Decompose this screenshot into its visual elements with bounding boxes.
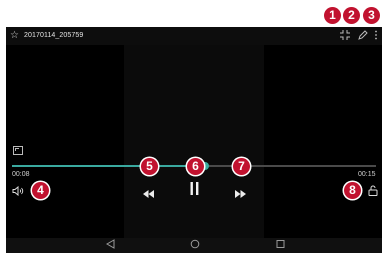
aspect-ratio-icon[interactable] <box>13 146 23 155</box>
total-duration: 00:15 <box>358 171 376 178</box>
star-icon[interactable]: ☆ <box>10 31 19 41</box>
video-frame[interactable] <box>124 45 264 238</box>
callout-badge: 6 <box>187 158 204 175</box>
pause-icon[interactable] <box>190 182 199 200</box>
pencil-icon[interactable] <box>358 30 368 42</box>
more-vertical-icon[interactable] <box>374 30 378 42</box>
back-icon[interactable] <box>105 239 115 253</box>
video-title: 20170114_205759 <box>24 32 84 39</box>
callout-badge: 3 <box>363 7 380 24</box>
elapsed-time: 00:08 <box>12 171 30 178</box>
callout-badge: 7 <box>233 158 250 175</box>
video-player-screen: ☆ 20170114_205759 00:08 00:15 1 2 3 4 5 … <box>6 0 382 253</box>
callout-badge: 2 <box>343 7 360 24</box>
callout-badge: 8 <box>344 182 361 199</box>
callout-badge: 1 <box>324 7 341 24</box>
volume-icon[interactable] <box>12 183 24 201</box>
home-icon[interactable] <box>190 239 200 253</box>
unlock-icon[interactable] <box>368 183 378 201</box>
exit-fullscreen-icon[interactable] <box>340 30 350 42</box>
progress-fill <box>12 165 205 167</box>
callout-badge: 4 <box>32 182 49 199</box>
fast-forward-icon[interactable] <box>235 185 246 203</box>
recents-icon[interactable] <box>276 239 285 253</box>
callout-badge: 5 <box>141 158 158 175</box>
rewind-icon[interactable] <box>143 185 154 203</box>
